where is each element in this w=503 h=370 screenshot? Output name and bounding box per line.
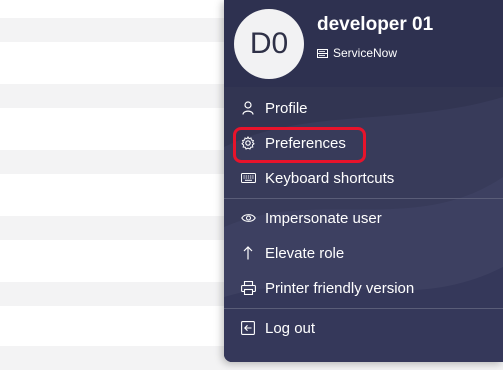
instance-name: ServiceNow bbox=[333, 46, 398, 60]
avatar-initials: D0 bbox=[249, 27, 289, 60]
preferences-highlight-outline bbox=[233, 127, 366, 163]
user-header: D0 developer 01 ServiceNow bbox=[224, 0, 503, 87]
user-name: developer 01 bbox=[317, 14, 434, 35]
menu-item-keyboard-shortcuts[interactable]: Keyboard shortcuts bbox=[240, 165, 394, 191]
keyboard-icon bbox=[240, 170, 256, 186]
menu-item-label: Elevate role bbox=[265, 244, 345, 262]
menu-item-label: Keyboard shortcuts bbox=[265, 169, 395, 187]
menu-item-label: Printer friendly version bbox=[265, 279, 415, 297]
menu-item-printer-friendly-version[interactable]: Printer friendly version bbox=[240, 275, 414, 301]
logout-icon bbox=[240, 320, 256, 336]
menu-item-elevate-role[interactable]: Elevate role bbox=[240, 240, 344, 266]
menu-item-log-out[interactable]: Log out bbox=[240, 315, 315, 341]
menu-divider bbox=[224, 198, 503, 199]
avatar[interactable]: D0 bbox=[234, 9, 304, 79]
menu-item-label: Impersonate user bbox=[265, 209, 382, 227]
user-menu-dropdown: D0 developer 01 ServiceNow Profile Prefe… bbox=[224, 0, 503, 362]
server-icon bbox=[317, 48, 328, 58]
menu-item-label: Log out bbox=[265, 319, 316, 337]
arrow-up-icon bbox=[240, 245, 256, 261]
menu-item-profile[interactable]: Profile bbox=[240, 95, 308, 121]
menu-item-impersonate-user[interactable]: Impersonate user bbox=[240, 205, 382, 231]
user-icon bbox=[240, 100, 256, 116]
menu-item-label: Profile bbox=[265, 99, 308, 117]
eye-icon bbox=[240, 210, 256, 226]
instance-row: ServiceNow bbox=[317, 46, 397, 60]
printer-icon bbox=[240, 280, 256, 296]
menu-divider bbox=[224, 308, 503, 309]
